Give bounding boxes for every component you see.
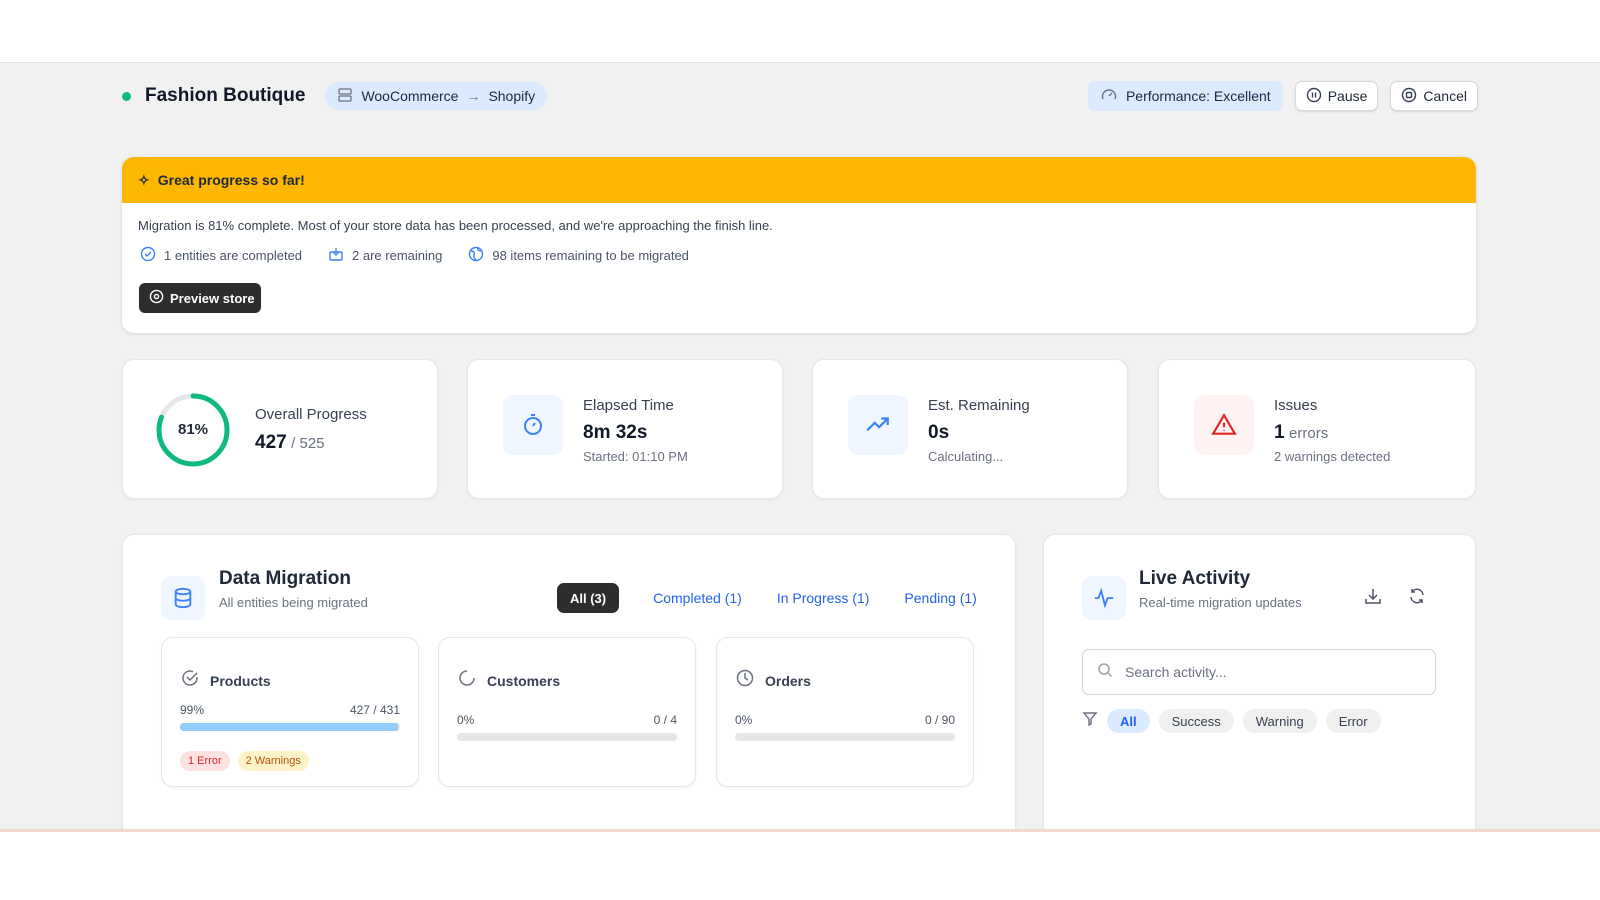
stat-value: 8m 32s	[583, 422, 648, 443]
tab-completed[interactable]: Completed (1)	[653, 590, 742, 606]
stat-label: Est. Remaining	[928, 397, 1030, 414]
entity-card-products[interactable]: Products 99% 427 / 431 1 Error 2 Warnings	[161, 637, 419, 787]
cancel-label: Cancel	[1423, 88, 1467, 104]
tab-pending[interactable]: Pending (1)	[904, 590, 976, 606]
stat-est-remaining: Est. Remaining 0s Calculating...	[812, 359, 1128, 499]
sparkles-icon: ✧	[138, 171, 150, 188]
eye-icon	[149, 289, 164, 307]
entity-percent: 99%	[180, 703, 205, 717]
preview-label: Preview store	[170, 290, 255, 306]
performance-badge: Performance: Excellent	[1087, 81, 1283, 111]
download-icon[interactable]	[1364, 587, 1382, 610]
panel-subtitle: All entities being migrated	[219, 595, 368, 610]
entity-percent: 0%	[735, 713, 753, 727]
stat-total: / 525	[291, 435, 325, 452]
progress-percent: 81%	[177, 421, 209, 438]
page: Fashion Boutique WooCommerce → Shopify P…	[0, 62, 1600, 832]
stat-overall-progress: 81% Overall Progress 427 / 525	[122, 359, 438, 499]
entity-count: 0 / 4	[653, 713, 677, 727]
entity-card-customers[interactable]: Customers 0% 0 / 4	[438, 637, 696, 787]
source-platform: WooCommerce	[361, 88, 459, 104]
alert-triangle-icon	[1194, 395, 1254, 455]
completed-count: 1 entities are completed	[164, 248, 303, 263]
stat-label: Overall Progress	[255, 406, 367, 423]
error-badge: 1 Error	[180, 751, 230, 771]
progress-banner: ✧ Great progress so far! Migration is 81…	[122, 157, 1476, 333]
entity-count: 0 / 90	[924, 713, 955, 727]
search-placeholder: Search activity...	[1125, 664, 1227, 680]
pause-label: Pause	[1327, 88, 1368, 104]
filter-error[interactable]: Error	[1325, 709, 1381, 733]
trending-up-icon	[848, 395, 908, 455]
search-icon	[1097, 662, 1113, 683]
arrow-right-icon: →	[466, 88, 481, 104]
timer-icon	[503, 395, 563, 455]
stat-unit: errors	[1289, 425, 1329, 442]
inbox-icon	[328, 246, 344, 265]
stat-issues: Issues 1 errors 2 warnings detected	[1158, 359, 1476, 499]
loader-icon	[457, 668, 477, 693]
entity-percent: 0%	[457, 713, 475, 727]
stat-label: Elapsed Time	[583, 397, 674, 414]
entity-name: Customers	[487, 672, 561, 689]
panel-title: Data Migration	[219, 568, 351, 589]
performance-label: Performance: Excellent	[1125, 88, 1271, 104]
database-icon	[161, 576, 205, 620]
gauge-icon	[1100, 86, 1118, 107]
entity-name: Products	[210, 672, 271, 689]
items-remaining: 98 items remaining to be migrated	[492, 248, 689, 263]
refresh-icon[interactable]	[1408, 587, 1426, 610]
store-name: Fashion Boutique	[145, 85, 306, 106]
stat-sub: Started: 01:10 PM	[583, 449, 688, 464]
activity-search-input[interactable]: Search activity...	[1082, 649, 1436, 695]
status-dot	[122, 91, 131, 101]
entity-name: Orders	[765, 672, 811, 689]
stat-label: Issues	[1274, 397, 1318, 414]
panel-title: Live Activity	[1139, 568, 1251, 589]
tab-in-progress[interactable]: In Progress (1)	[777, 590, 870, 606]
banner-message: Migration is 81% complete. Most of your …	[138, 218, 773, 233]
filter-warning[interactable]: Warning	[1242, 709, 1317, 733]
pause-button[interactable]: Pause	[1294, 81, 1379, 111]
server-icon	[337, 87, 353, 106]
stat-value: 1	[1274, 422, 1285, 443]
stop-icon	[1401, 87, 1417, 106]
entity-progress-bar	[457, 733, 677, 741]
globe-icon	[468, 246, 484, 265]
stat-elapsed-time: Elapsed Time 8m 32s Started: 01:10 PM	[467, 359, 783, 499]
clock-icon	[735, 668, 755, 693]
stat-sub: 2 warnings detected	[1274, 449, 1391, 464]
check-circle-icon	[140, 246, 156, 265]
entity-count: 427 / 431	[349, 703, 400, 717]
stat-sub: Calculating...	[928, 449, 1004, 464]
header: Fashion Boutique WooCommerce → Shopify	[122, 82, 548, 110]
pause-icon	[1306, 87, 1322, 106]
activity-icon	[1082, 576, 1126, 620]
warning-badge: 2 Warnings	[237, 751, 309, 771]
banner-title: Great progress so far!	[157, 172, 305, 188]
remaining-count: 2 are remaining	[352, 248, 443, 263]
cancel-button[interactable]: Cancel	[1390, 81, 1478, 111]
entity-progress-bar	[735, 733, 955, 741]
target-platform: Shopify	[488, 88, 536, 104]
stat-value: 427	[255, 432, 287, 453]
platform-pill: WooCommerce → Shopify	[325, 82, 548, 110]
filter-success[interactable]: Success	[1158, 709, 1234, 733]
filter-all[interactable]: All	[1107, 709, 1150, 733]
filter-icon	[1082, 711, 1098, 732]
entity-card-orders[interactable]: Orders 0% 0 / 90	[716, 637, 974, 787]
preview-store-button[interactable]: Preview store	[139, 283, 261, 313]
check-circle-icon	[180, 668, 200, 693]
tab-all[interactable]: All (3)	[557, 583, 620, 613]
stat-value: 0s	[928, 422, 950, 443]
entity-progress-bar	[180, 723, 400, 731]
banner-header: ✧ Great progress so far!	[122, 157, 1476, 203]
panel-subtitle: Real-time migration updates	[1139, 595, 1302, 610]
